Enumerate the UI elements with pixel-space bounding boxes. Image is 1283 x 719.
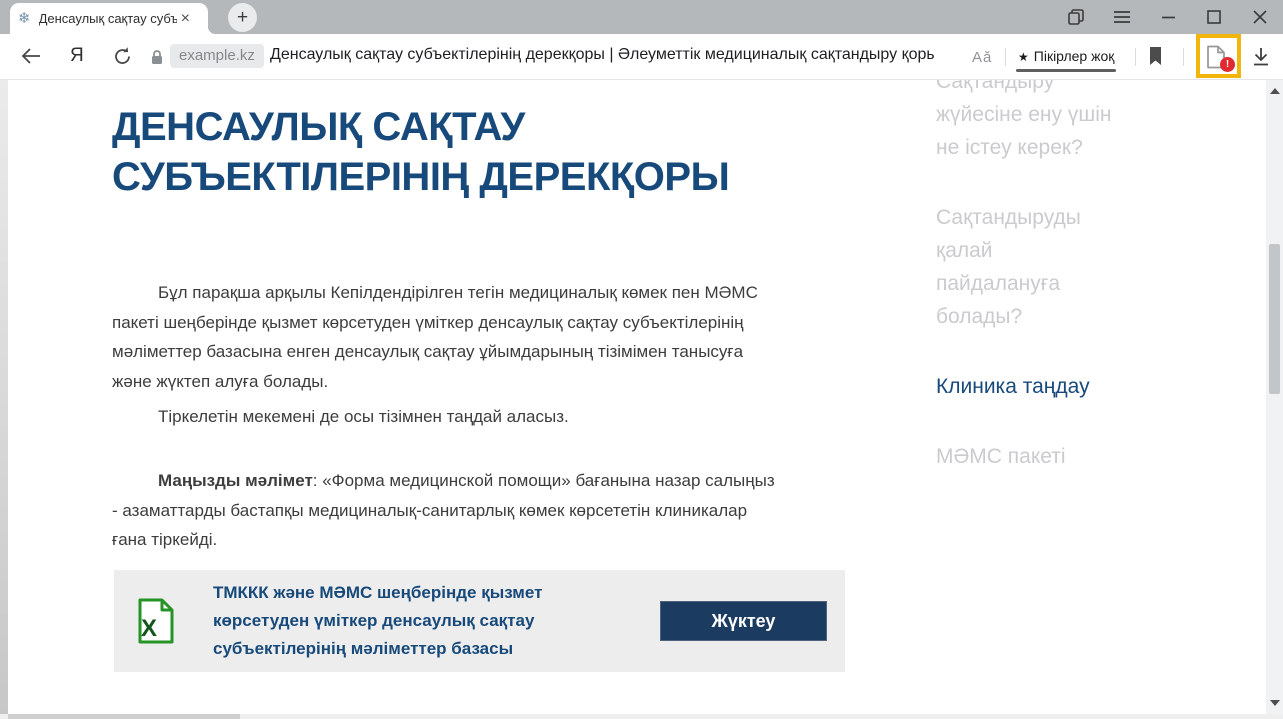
new-tab-button[interactable]: +: [228, 3, 257, 32]
refresh-icon[interactable]: [112, 46, 133, 67]
page-left-edge: [0, 80, 8, 714]
web-page-viewport: ДЕНСАУЛЫҚ САҚТАУ СУБЪЕКТІЛЕРІНІҢ ДЕРЕКҚО…: [0, 80, 1283, 719]
downloads-icon[interactable]: [1252, 47, 1270, 67]
bookmark-flag-icon[interactable]: [1148, 47, 1163, 65]
maximize-button[interactable]: [1191, 0, 1237, 34]
download-file-card: X ТМККК және МӘМС шеңберінде қызмет көрс…: [114, 570, 845, 672]
star-icon: ★: [1018, 50, 1029, 64]
page-heading: ДЕНСАУЛЫҚ САҚТАУ СУБЪЕКТІЛЕРІНІҢ ДЕРЕКҚО…: [112, 102, 822, 202]
omnibox-page-title[interactable]: Денсаулық сақтау субъектілерінің дерекқо…: [270, 46, 935, 64]
right-sidebar-nav: Сақтандыру жүйесіне ену үшін не істеу ке…: [936, 80, 1116, 510]
tab-close-icon[interactable]: ×: [181, 11, 190, 27]
reviews-label: Пікірлер жоқ: [1034, 48, 1115, 64]
yandex-logo-icon[interactable]: Я: [70, 45, 84, 67]
browser-tab[interactable]: ❄ Денсаулық сақтау субъ ×: [10, 3, 208, 34]
tab-title: Денсаулық сақтау субъ: [39, 11, 177, 26]
url-domain-chip[interactable]: example.kz: [170, 44, 264, 68]
menu-icon[interactable]: [1099, 0, 1145, 34]
register-paragraph: Тіркелетін мекемені де осы тізімнен таңд…: [112, 402, 767, 432]
sidebar-item-how-to-use-insurance[interactable]: Сақтандыруды қалай пайдалануға болады?: [936, 201, 1116, 333]
toolbar-divider: [1183, 48, 1184, 66]
toolbar-divider: [1135, 48, 1136, 66]
toolbar-divider: [1005, 48, 1006, 66]
horizontal-scrollbar-thumb[interactable]: [8, 714, 240, 719]
translate-icon[interactable]: Aǎ: [972, 49, 992, 66]
tab-bar: ❄ Денсаулық сақтау субъ × +: [0, 0, 1283, 34]
vertical-scrollbar-thumb[interactable]: [1269, 244, 1280, 394]
minimize-button[interactable]: [1145, 0, 1191, 34]
note-lead: Маңызды мәлімет: [158, 471, 313, 490]
svg-text:X: X: [141, 615, 157, 642]
site-favicon-snowflake-icon: ❄: [18, 11, 31, 26]
lock-icon[interactable]: [150, 49, 164, 66]
annotation-highlight-box: [1196, 34, 1241, 78]
window-controls: [1053, 0, 1283, 34]
close-window-button[interactable]: [1237, 0, 1283, 34]
excel-file-icon: X: [137, 598, 175, 644]
important-note-paragraph: Маңызды мәлімет: «Форма медицинской помо…: [112, 466, 777, 555]
scroll-down-arrow-icon[interactable]: [1270, 700, 1280, 706]
file-title: ТМККК және МӘМС шеңберінде қызмет көрсет…: [213, 579, 568, 663]
browser-toolbar: Я example.kz Денсаулық сақтау субъектіле…: [0, 34, 1283, 80]
horizontal-scrollbar[interactable]: [0, 714, 1283, 719]
vertical-scrollbar[interactable]: [1266, 80, 1283, 714]
scroll-up-arrow-icon[interactable]: [1270, 88, 1280, 94]
back-icon[interactable]: [20, 46, 42, 66]
download-button[interactable]: Жүктеу: [660, 601, 827, 641]
tabs-overview-icon[interactable]: [1053, 0, 1099, 34]
sidebar-item-msi-package[interactable]: МӘМС пакеті: [936, 440, 1116, 473]
sidebar-item-how-to-enter-insurance[interactable]: Сақтандыру жүйесіне ену үшін не істеу ке…: [936, 80, 1116, 164]
sidebar-item-choose-clinic[interactable]: Клиника таңдау: [936, 370, 1116, 403]
reviews-button[interactable]: ★ Пікірлер жоқ: [1018, 48, 1114, 64]
intro-paragraph: Бұл парақша арқылы Кепілдендірілген тегі…: [112, 278, 767, 396]
